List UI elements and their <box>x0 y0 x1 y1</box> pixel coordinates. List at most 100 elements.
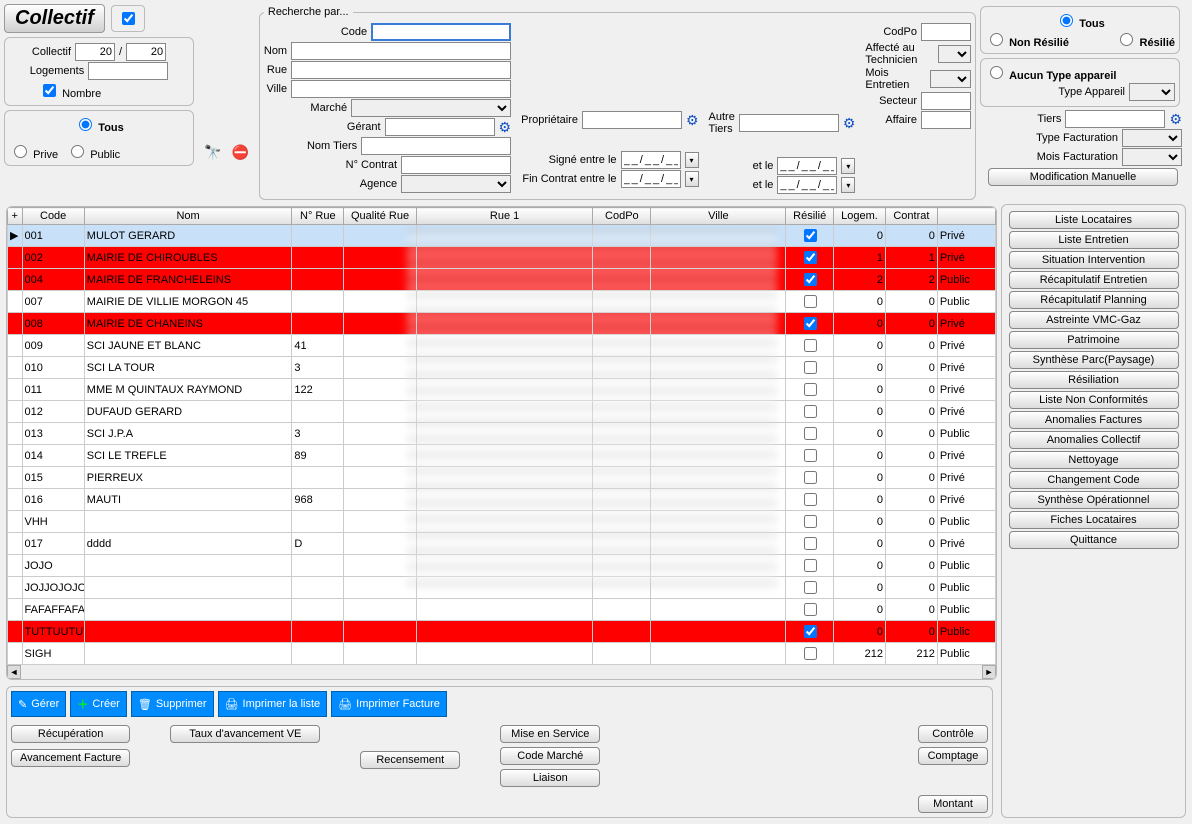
prop-input[interactable] <box>582 111 682 129</box>
radio-tous[interactable]: Tous <box>9 115 189 134</box>
side-button[interactable]: Anomalies Collectif <box>1009 431 1179 449</box>
table-row[interactable]: 007MAIRIE DE VILLIE MORGON 4500Public <box>8 291 996 313</box>
montant-button[interactable]: Montant <box>918 795 988 813</box>
marche-select[interactable] <box>351 99 511 117</box>
col-header[interactable] <box>937 208 995 225</box>
secteur-input[interactable] <box>921 92 971 110</box>
radio-res[interactable]: Résilié <box>1115 30 1175 49</box>
mise-service-button[interactable]: Mise en Service <box>500 725 600 743</box>
liaison-button[interactable]: Liaison <box>500 769 600 787</box>
side-button[interactable]: Quittance <box>1009 531 1179 549</box>
fin-date2[interactable] <box>777 176 837 194</box>
table-row[interactable]: 010SCI LA TOUR300Privé <box>8 357 996 379</box>
nom-input[interactable] <box>291 42 511 60</box>
date-spinner-icon[interactable]: ▾ <box>685 171 699 187</box>
ncontrat-input[interactable] <box>401 156 511 174</box>
table-row[interactable]: TUTTUUTUT00Public <box>8 621 996 643</box>
collectif-b[interactable] <box>126 43 166 61</box>
refresh-icon[interactable]: ⚙ <box>1169 111 1182 128</box>
table-row[interactable]: 009SCI JAUNE ET BLANC4100Privé <box>8 335 996 357</box>
col-header[interactable]: Code <box>22 208 84 225</box>
date-spinner-icon[interactable]: ▾ <box>841 177 855 193</box>
autre-input[interactable] <box>739 114 839 132</box>
table-row[interactable]: 002MAIRIE DE CHIROUBLES11Privé <box>8 247 996 269</box>
data-grid[interactable]: +CodeNomN° RueQualité RueRue 1CodPoVille… <box>7 207 996 665</box>
agence-select[interactable] <box>401 175 511 193</box>
affaire-input[interactable] <box>921 111 971 129</box>
table-row[interactable]: 014SCI LE TREFLE8900Privé <box>8 445 996 467</box>
taux-button[interactable]: Taux d'avancement VE <box>170 725 320 743</box>
recensement-button[interactable]: Recensement <box>360 751 460 769</box>
col-header[interactable]: Qualité Rue <box>344 208 417 225</box>
refresh-icon[interactable]: ⚙ <box>686 112 699 129</box>
typefact-select[interactable] <box>1122 129 1182 147</box>
date-spinner-icon[interactable]: ▾ <box>685 152 699 168</box>
collectif-a[interactable] <box>75 43 115 61</box>
refresh-icon[interactable]: ⚙ <box>499 119 512 136</box>
col-header[interactable]: Contrat <box>885 208 937 225</box>
side-button[interactable]: Fiches Locataires <box>1009 511 1179 529</box>
radio-nonres[interactable]: Non Résilié <box>985 30 1069 49</box>
table-row[interactable]: JOJO00Public <box>8 555 996 577</box>
typeapp-select[interactable] <box>1129 83 1175 101</box>
col-header[interactable]: N° Rue <box>292 208 344 225</box>
signe-date1[interactable] <box>621 151 681 169</box>
moisentr-select[interactable] <box>930 70 971 88</box>
date-spinner-icon[interactable]: ▾ <box>841 158 855 174</box>
radio-tous2[interactable]: Tous <box>1055 11 1105 30</box>
side-button[interactable]: Récapitulatif Entretien <box>1009 271 1179 289</box>
logements-input[interactable] <box>88 62 168 80</box>
codpo-input[interactable] <box>921 23 971 41</box>
col-header[interactable]: Logem. <box>834 208 886 225</box>
refresh-icon[interactable]: ⚙ <box>843 115 856 132</box>
col-header[interactable]: Nom <box>84 208 292 225</box>
fin-date1[interactable] <box>621 170 681 188</box>
affecte-select[interactable] <box>938 45 971 63</box>
table-row[interactable]: 016MAUTI96800Privé <box>8 489 996 511</box>
side-button[interactable]: Patrimoine <box>1009 331 1179 349</box>
code-input[interactable] <box>371 23 511 41</box>
col-header[interactable]: CodPo <box>593 208 651 225</box>
table-row[interactable]: VHH00Public <box>8 511 996 533</box>
side-button[interactable]: Anomalies Factures <box>1009 411 1179 429</box>
side-button[interactable]: Nettoyage <box>1009 451 1179 469</box>
table-row[interactable]: 015PIERREUX00Privé <box>8 467 996 489</box>
imprimer-facture-action[interactable]: 🖨Imprimer Facture <box>331 691 447 717</box>
side-button[interactable]: Liste Entretien <box>1009 231 1179 249</box>
table-row[interactable]: FAFAFFAFA00Public <box>8 599 996 621</box>
table-row[interactable]: 013SCI J.P.A300Public <box>8 423 996 445</box>
nombre-checkbox[interactable]: Nombre <box>39 81 101 100</box>
table-row[interactable]: 012DUFAUD GERARD00Privé <box>8 401 996 423</box>
gerant-input[interactable] <box>385 118 495 136</box>
col-header[interactable]: Ville <box>651 208 786 225</box>
side-button[interactable]: Changement Code <box>1009 471 1179 489</box>
rue-input[interactable] <box>291 61 511 79</box>
comptage-button[interactable]: Comptage <box>918 747 988 765</box>
radio-prive[interactable]: Prive <box>9 142 58 161</box>
signe-date2[interactable] <box>777 157 837 175</box>
tiers-input[interactable] <box>1065 110 1165 128</box>
binoculars-icon[interactable]: 🔭 <box>204 144 221 161</box>
side-button[interactable]: Résiliation <box>1009 371 1179 389</box>
table-row[interactable]: 004MAIRIE DE FRANCHELEINS22Public <box>8 269 996 291</box>
side-button[interactable]: Récapitulatif Planning <box>1009 291 1179 309</box>
ville-input[interactable] <box>291 80 511 98</box>
h-scrollbar[interactable]: ◄► <box>7 665 996 679</box>
gerer-action[interactable]: ✎Gérer <box>11 691 66 717</box>
radio-aucun[interactable]: Aucun Type appareil <box>985 70 1116 82</box>
creer-action[interactable]: ＋Créer <box>70 691 127 717</box>
table-row[interactable]: 017ddddD00Privé <box>8 533 996 555</box>
code-marche-button[interactable]: Code Marché <box>500 747 600 765</box>
col-header[interactable]: Résilié <box>786 208 834 225</box>
side-button[interactable]: Synthèse Opérationnel <box>1009 491 1179 509</box>
table-row[interactable]: SIGH212212Public <box>8 643 996 665</box>
nomtiers-input[interactable] <box>361 137 511 155</box>
side-button[interactable]: Astreinte VMC-Gaz <box>1009 311 1179 329</box>
imprimer-liste-action[interactable]: 🖨Imprimer la liste <box>218 691 328 717</box>
radio-public[interactable]: Public <box>66 142 120 161</box>
controle-button[interactable]: Contrôle <box>918 725 988 743</box>
visu-ligne-checkbox[interactable] <box>111 5 145 32</box>
supprimer-action[interactable]: 🗑Supprimer <box>131 691 214 717</box>
table-row[interactable]: ▶001MULOT GERARD00Privé <box>8 225 996 247</box>
cancel-icon[interactable]: ⛔ <box>231 144 248 161</box>
